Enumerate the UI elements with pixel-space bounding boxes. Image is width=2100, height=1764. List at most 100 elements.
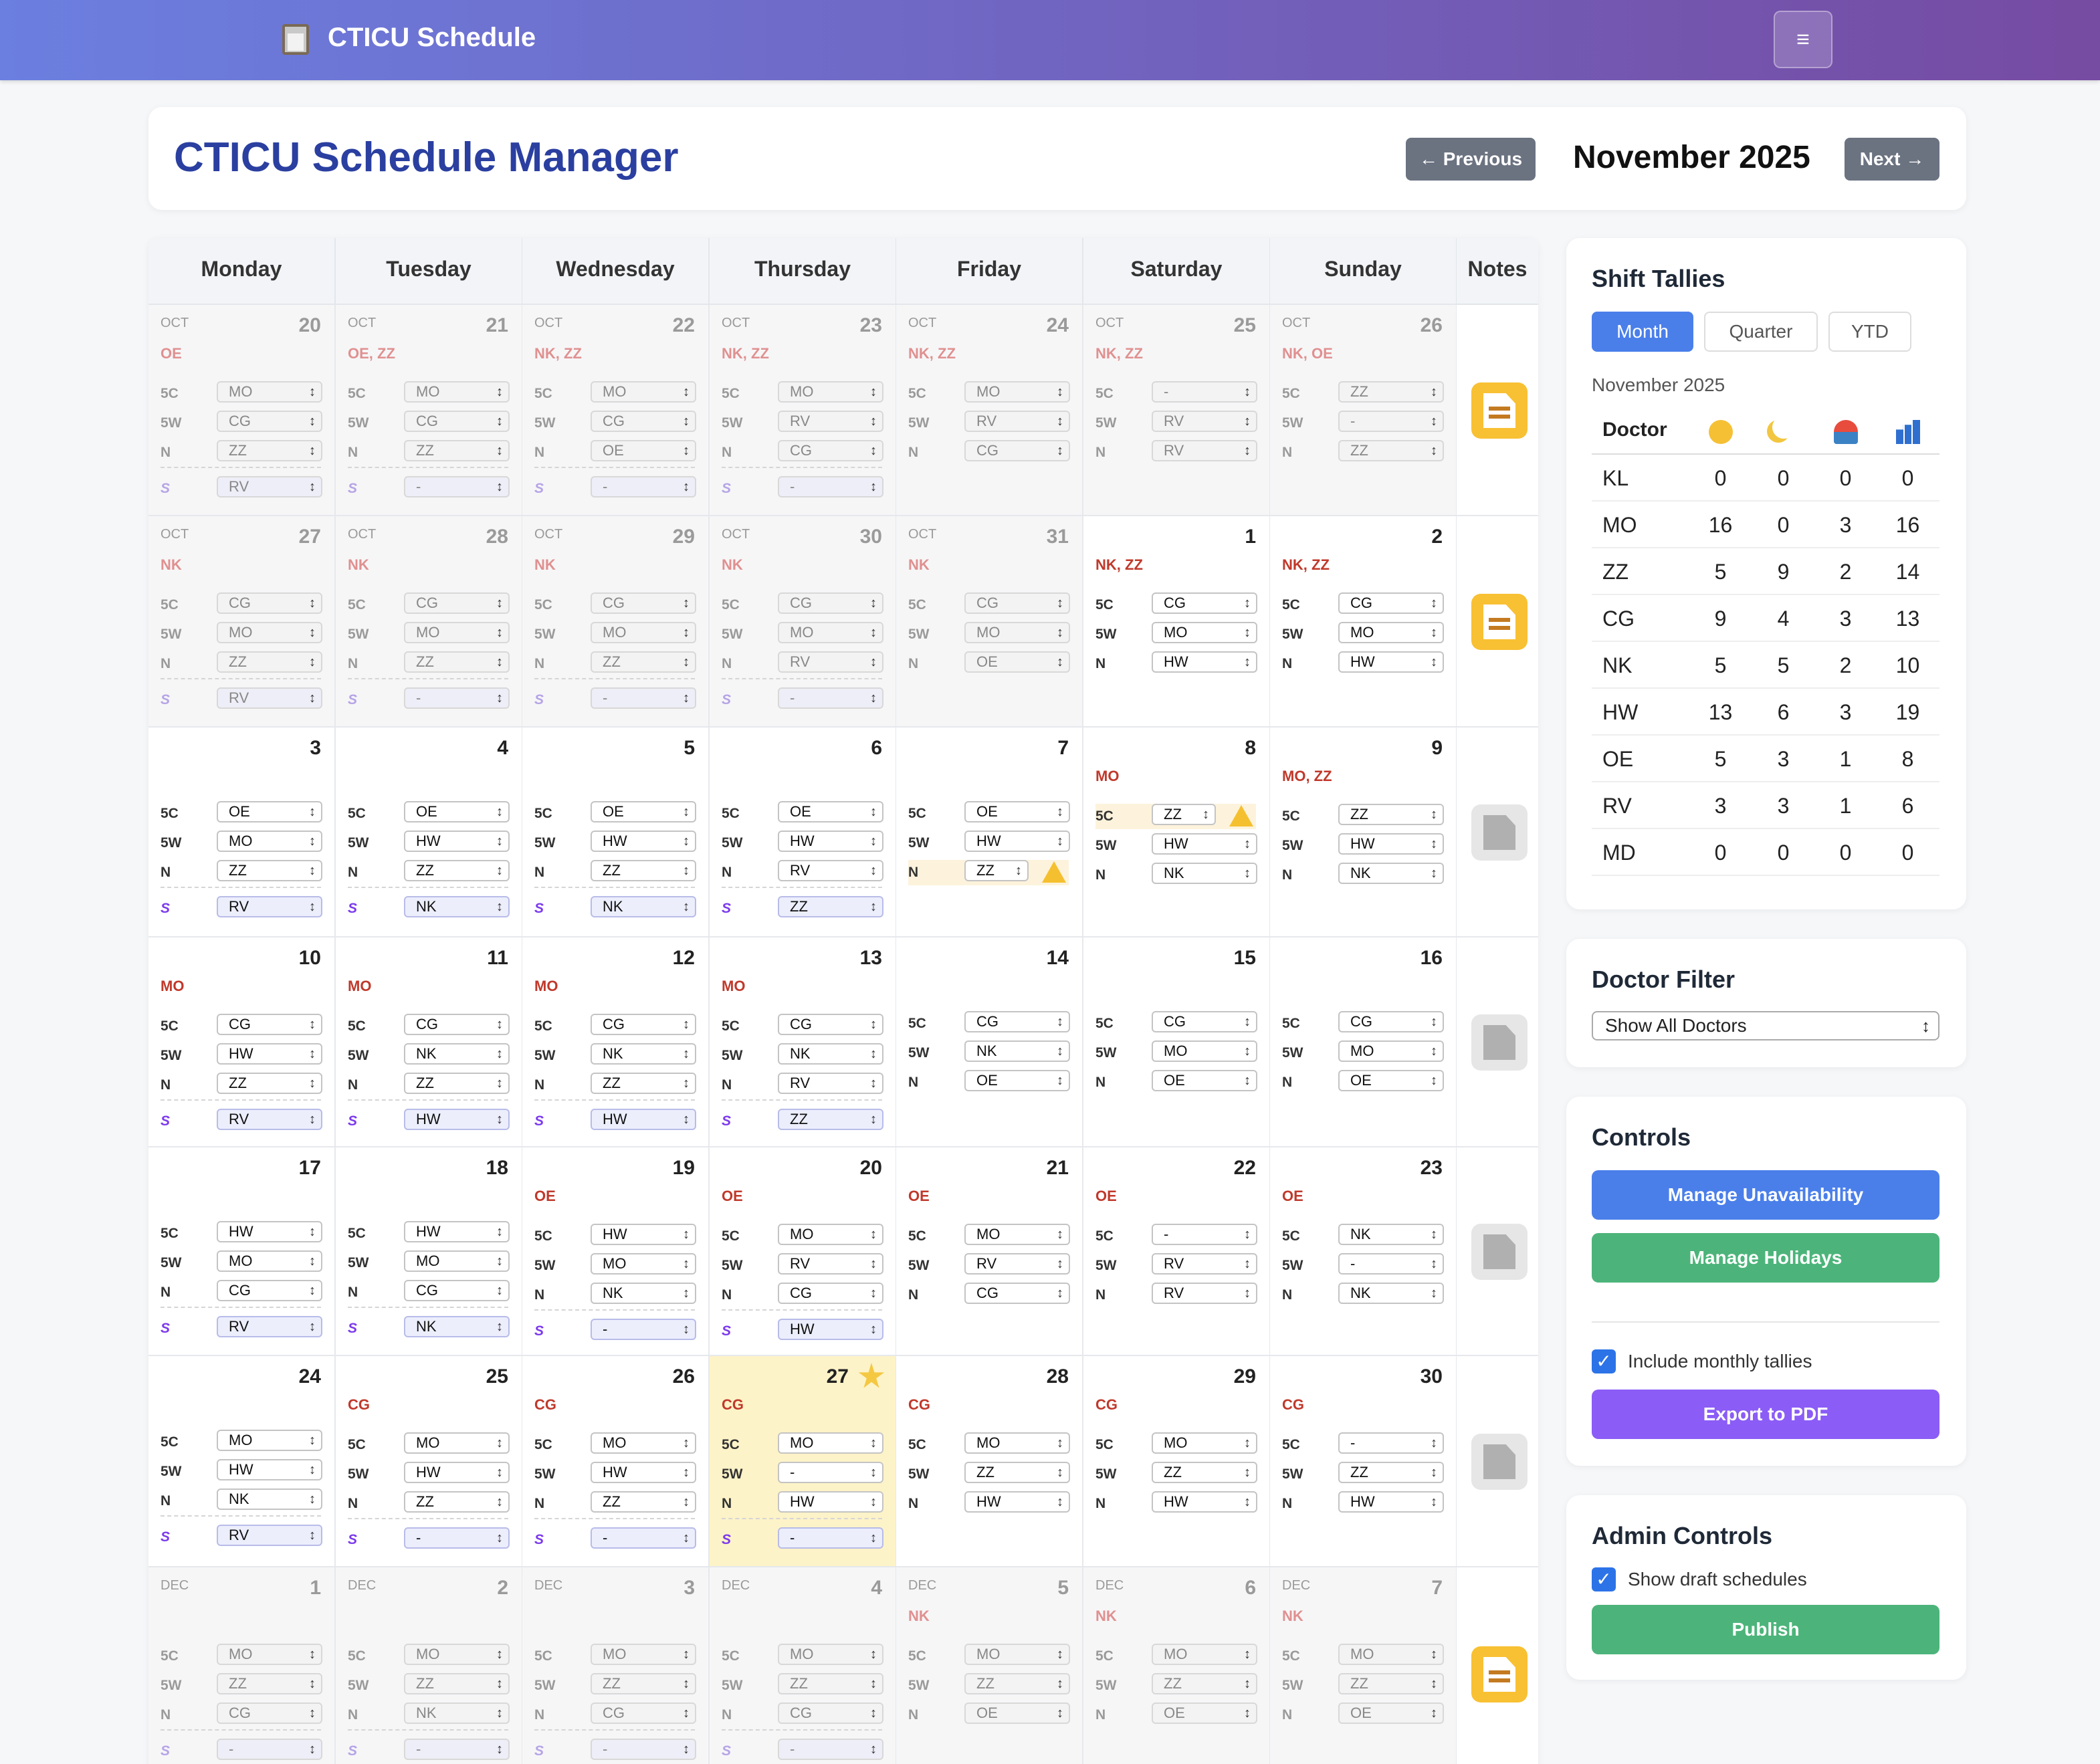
shift-select[interactable]: NK — [1338, 1283, 1444, 1304]
shift-select[interactable]: ZZ — [217, 651, 322, 673]
shift-select[interactable]: ZZ — [591, 651, 696, 673]
shift-select[interactable]: NK — [964, 1040, 1070, 1062]
shift-select[interactable]: CG — [217, 1702, 322, 1724]
shift-select[interactable]: - — [1338, 1253, 1444, 1275]
shift-select[interactable]: ZZ — [964, 1462, 1070, 1483]
shift-select[interactable]: MO — [217, 1250, 322, 1272]
shift-select[interactable]: - — [1152, 1224, 1257, 1245]
shift-select[interactable]: MO — [591, 1253, 696, 1275]
notes-empty-icon[interactable] — [1471, 804, 1528, 861]
shift-select[interactable]: NK — [217, 1489, 322, 1510]
shift-select[interactable]: CG — [778, 1702, 883, 1724]
standby-select[interactable]: - — [404, 476, 510, 498]
shift-select[interactable]: CG — [591, 411, 696, 432]
standby-select[interactable]: - — [404, 687, 510, 709]
standby-select[interactable]: RV — [217, 1316, 322, 1337]
shift-select[interactable]: MO — [964, 381, 1070, 403]
shift-select[interactable]: NK — [591, 1043, 696, 1065]
show-drafts-checkbox[interactable]: ✓ — [1592, 1567, 1616, 1591]
shift-select[interactable]: HW — [964, 831, 1070, 852]
shift-select[interactable]: - — [1338, 1432, 1444, 1454]
shift-select[interactable]: CG — [404, 1280, 510, 1301]
shift-select[interactable]: MO — [1338, 622, 1444, 643]
notes-edit-icon[interactable] — [1471, 382, 1528, 439]
shift-select[interactable]: CG — [1152, 592, 1257, 614]
shift-select[interactable]: MO — [591, 381, 696, 403]
shift-select[interactable]: MO — [404, 1250, 510, 1272]
shift-select[interactable]: CG — [591, 1014, 696, 1035]
manage-unavailability-button[interactable]: Manage Unavailability — [1592, 1170, 1939, 1220]
shift-select[interactable]: OE — [964, 651, 1070, 673]
notes-empty-icon[interactable] — [1471, 1224, 1528, 1280]
standby-select[interactable]: NK — [591, 896, 696, 917]
shift-select[interactable]: CG — [217, 1014, 322, 1035]
shift-select[interactable]: ZZ — [778, 1673, 883, 1694]
shift-select[interactable]: - — [1338, 411, 1444, 432]
shift-select[interactable]: MO — [964, 1224, 1070, 1245]
shift-select[interactable]: RV — [778, 651, 883, 673]
shift-select[interactable]: MO — [591, 1644, 696, 1665]
shift-select[interactable]: MO — [217, 381, 322, 403]
shift-select[interactable]: HW — [217, 1043, 322, 1065]
shift-select[interactable]: HW — [404, 1221, 510, 1242]
shift-select[interactable]: - — [778, 1462, 883, 1483]
export-pdf-button[interactable]: Export to PDF — [1592, 1390, 1939, 1439]
shift-select[interactable]: OE — [404, 801, 510, 822]
shift-select[interactable]: CG — [1338, 592, 1444, 614]
shift-select[interactable]: CG — [778, 1014, 883, 1035]
shift-select[interactable]: RV — [1152, 1253, 1257, 1275]
standby-select[interactable]: HW — [778, 1319, 883, 1340]
shift-select[interactable]: MO — [1338, 1040, 1444, 1062]
shift-select[interactable]: RV — [1152, 411, 1257, 432]
shift-select[interactable]: RV — [778, 1253, 883, 1275]
standby-select[interactable]: ZZ — [778, 1109, 883, 1130]
standby-select[interactable]: - — [591, 476, 696, 498]
standby-select[interactable]: HW — [591, 1109, 696, 1130]
shift-select[interactable]: CG — [964, 592, 1070, 614]
shift-select[interactable]: RV — [964, 411, 1070, 432]
notes-empty-icon[interactable] — [1471, 1014, 1528, 1071]
tab-month[interactable]: Month — [1592, 312, 1693, 352]
shift-select[interactable]: HW — [964, 1491, 1070, 1513]
shift-select[interactable]: OE — [964, 801, 1070, 822]
standby-select[interactable]: - — [591, 1527, 696, 1549]
shift-select[interactable]: ZZ — [404, 1073, 510, 1094]
doctor-filter-select[interactable]: Show All Doctors — [1592, 1011, 1939, 1040]
shift-select[interactable]: MO — [778, 1644, 883, 1665]
shift-select[interactable]: ZZ — [1338, 804, 1444, 825]
shift-select[interactable]: RV — [1152, 1283, 1257, 1304]
shift-select[interactable]: NK — [1338, 1224, 1444, 1245]
notes-edit-icon[interactable] — [1471, 594, 1528, 650]
shift-select[interactable]: MO — [778, 1432, 883, 1454]
shift-select[interactable]: MO — [217, 831, 322, 852]
standby-select[interactable]: - — [591, 687, 696, 709]
shift-select[interactable]: HW — [778, 1491, 883, 1513]
shift-select[interactable]: MO — [217, 1430, 322, 1451]
shift-select[interactable]: ZZ — [591, 860, 696, 881]
standby-select[interactable]: RV — [217, 1525, 322, 1546]
shift-select[interactable]: MO — [964, 622, 1070, 643]
standby-select[interactable]: - — [778, 476, 883, 498]
tab-ytd[interactable]: YTD — [1828, 312, 1911, 352]
shift-select[interactable]: MO — [1152, 1040, 1257, 1062]
standby-select[interactable]: NK — [404, 1316, 510, 1337]
shift-select[interactable]: ZZ — [1338, 440, 1444, 461]
shift-select[interactable]: HW — [404, 831, 510, 852]
shift-select[interactable]: MO — [404, 381, 510, 403]
shift-select[interactable]: ZZ — [404, 860, 510, 881]
shift-select[interactable]: HW — [591, 1224, 696, 1245]
shift-select[interactable]: MO — [591, 1432, 696, 1454]
shift-select[interactable]: MO — [964, 1644, 1070, 1665]
shift-select[interactable]: MO — [964, 1432, 1070, 1454]
tab-quarter[interactable]: Quarter — [1704, 312, 1818, 352]
shift-select[interactable]: OE — [1152, 1070, 1257, 1091]
shift-select[interactable]: HW — [1152, 1491, 1257, 1513]
shift-select[interactable]: ZZ — [964, 860, 1029, 881]
shift-select[interactable]: MO — [1338, 1644, 1444, 1665]
shift-select[interactable]: OE — [964, 1070, 1070, 1091]
shift-select[interactable]: MO — [217, 1644, 322, 1665]
standby-select[interactable]: ZZ — [778, 896, 883, 917]
shift-select[interactable]: OE — [591, 440, 696, 461]
standby-select[interactable]: RV — [217, 476, 322, 498]
shift-select[interactable]: CG — [217, 592, 322, 614]
